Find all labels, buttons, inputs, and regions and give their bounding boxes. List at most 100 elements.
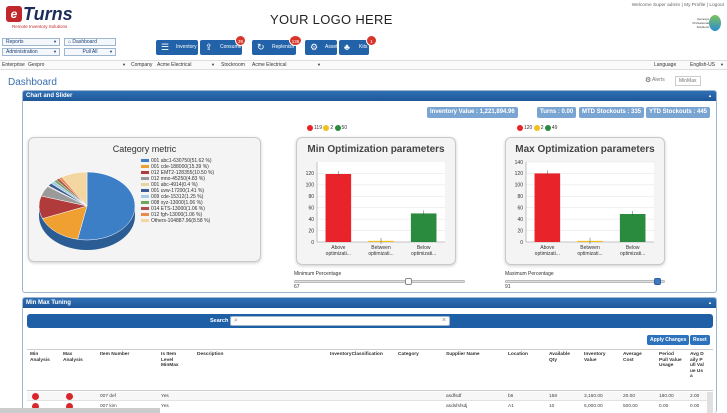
language-select[interactable]: English-US <box>690 62 715 68</box>
category-pie-chart <box>38 171 136 250</box>
row-period: 180.00 <box>659 394 674 399</box>
max-percentage-slider[interactable] <box>505 278 665 285</box>
row-item-level: Yes <box>161 394 169 399</box>
chevron-down-icon: ▼ <box>53 49 57 54</box>
ytd-stockouts-stat: YTD Stockouts : 445 <box>646 107 711 118</box>
inventory-button[interactable]: ☰ Inventory <box>156 40 198 55</box>
col-item-number[interactable]: Item Number <box>100 352 150 358</box>
your-logo-placeholder: YOUR LOGO HERE <box>270 12 393 27</box>
green-dot-icon <box>544 124 551 131</box>
y-tick-label: 80 <box>308 194 314 200</box>
col-location[interactable]: Location <box>508 352 543 358</box>
y-tick-label: 120 <box>515 171 524 177</box>
min-slider-handle[interactable] <box>405 278 412 285</box>
search-input[interactable]: ⌕ × <box>230 316 450 326</box>
col-inventory-value[interactable]: Inventory Value <box>584 352 616 363</box>
red-dot-icon <box>517 124 523 131</box>
x-tick-label: optimizati... <box>326 251 351 257</box>
turns-logo-mark: e <box>6 6 22 22</box>
asset-button[interactable]: ⚙ Asset <box>305 40 338 55</box>
chevron-down-icon: ▼ <box>109 49 113 54</box>
table-row[interactable] <box>27 392 713 401</box>
apply-changes-button[interactable]: Apply Changes <box>647 335 690 345</box>
bar <box>325 174 352 242</box>
bar <box>619 214 646 242</box>
y-tick-label: 140 <box>515 160 524 166</box>
partner-logo: Genesys Professional Solutions <box>691 15 721 37</box>
kits-button[interactable]: ♣ Kits <box>339 40 369 55</box>
col-category[interactable]: Category <box>398 352 438 358</box>
tuning-panel-header[interactable]: Min Max Tuning ▲ <box>23 298 716 308</box>
y-tick-label: 0 <box>311 240 314 246</box>
partner-logo-text: Genesys Professional Solutions <box>692 17 709 29</box>
max-optimization-title: Max Optimization parameters <box>515 144 655 155</box>
gear-icon[interactable]: ⚙ <box>645 76 651 84</box>
legend-swatch <box>141 165 149 169</box>
collapse-icon[interactable]: ▲ <box>708 91 712 101</box>
row-cost: 500.00 <box>623 404 638 409</box>
row-location: A1 <box>508 404 514 409</box>
max-green-count: 49 <box>551 125 558 131</box>
clear-icon[interactable]: × <box>442 317 446 324</box>
col-min-analysis[interactable]: Min Analysis <box>30 352 58 363</box>
search-label: Search <box>210 318 229 324</box>
max-status-counts: 120 2 49 <box>517 124 557 132</box>
col-supplier-name[interactable]: Supplier Name <box>446 352 498 358</box>
max-red-count: 120 <box>524 125 533 131</box>
turns-stat: Turns : 0.00 <box>537 107 577 118</box>
stockroom-select[interactable]: Acme Electrical <box>252 62 286 68</box>
min-yellow-count: 2 <box>330 125 334 131</box>
max-yellow-count: 2 <box>540 125 544 131</box>
minmax-tab[interactable]: MinMax <box>675 76 701 86</box>
col-description[interactable]: Description <box>197 352 297 358</box>
consume-badge: 39 <box>235 35 246 46</box>
pull-all-dropdown[interactable]: Pull All ▼ <box>64 48 116 56</box>
max-optimization-chart: 020406080100120140Aboveoptimizati...Betw… <box>515 160 654 257</box>
min-optimization-chart: 020406080100120Aboveoptimizati...Between… <box>306 162 445 257</box>
search-bar: Search ⌕ × <box>27 314 713 328</box>
col-inventory-classification[interactable]: InventoryClassification <box>330 352 396 358</box>
category-metric-title: Category metric <box>112 144 177 154</box>
kits-icon: ♣ <box>344 42 350 52</box>
x-tick-label: optimizati... <box>620 251 645 257</box>
y-tick-label: 0 <box>520 240 523 246</box>
chart-panel-header[interactable]: Chart and Slider ▲ <box>23 91 716 101</box>
administration-dropdown[interactable]: Administration ▼ <box>2 48 60 56</box>
row-supplier: asdsfsfsdj <box>446 404 468 409</box>
reset-button[interactable]: Reset <box>690 335 710 345</box>
y-tick-label: 80 <box>517 194 523 200</box>
dashboard-link[interactable]: ⌂ Dashboard <box>64 38 116 46</box>
welcome-links[interactable]: Welcome Super admin | My Profile | Logou… <box>632 3 724 8</box>
col-period-pull-value[interactable]: Period Pull Value Usage <box>659 352 683 369</box>
company-select[interactable]: Acme Electrical <box>157 62 191 68</box>
x-tick-label: optimizati... <box>368 251 393 257</box>
category-metric-card: Category metric 001 abc1-630750(51.62 %)… <box>28 137 261 262</box>
row-period: 0.00 <box>659 404 669 409</box>
reports-dropdown[interactable]: Reports ▼ <box>2 38 60 46</box>
col-is-item-level[interactable]: Is Item Level MinMax <box>161 352 185 369</box>
bar <box>534 173 561 242</box>
min-percentage-slider[interactable] <box>294 278 465 285</box>
inventory-value-stat: Inventory Value : 1,221,894.96 <box>427 107 518 118</box>
min-optimization-card: Min Optimization parameters 0 20 40 60 80 100… <box>296 137 456 265</box>
legend-swatch <box>141 159 149 163</box>
col-average-cost[interactable]: Average Cost <box>623 352 647 363</box>
enterprise-select[interactable]: Gexpro <box>28 62 44 68</box>
max-slider-handle[interactable] <box>654 278 661 285</box>
administration-label: Administration <box>6 49 38 55</box>
legend-swatch <box>141 213 149 217</box>
turns-logo[interactable]: e Turns Remote Inventory Solutions <box>6 4 86 34</box>
row-location: b6 <box>508 394 514 399</box>
collapse-icon[interactable]: ▲ <box>708 298 712 308</box>
row-item-level: Yes <box>161 404 169 409</box>
row-supplier: asdfsdf <box>446 394 462 399</box>
alerts-tab[interactable]: Alerts <box>652 77 665 83</box>
y-tick-label: 40 <box>517 217 523 223</box>
partner-logo-mark <box>709 15 721 31</box>
vertical-scrollbar[interactable] <box>707 392 713 413</box>
horizontal-scrollbar[interactable] <box>0 408 160 413</box>
turns-logo-tagline: Remote Inventory Solutions <box>12 24 68 29</box>
col-avg-daily-pull[interactable]: Avg Daily Pull Value Usa <box>690 352 704 380</box>
col-available-qty[interactable]: Available Qty <box>549 352 577 363</box>
col-max-analysis[interactable]: Max Analysis <box>63 352 89 363</box>
